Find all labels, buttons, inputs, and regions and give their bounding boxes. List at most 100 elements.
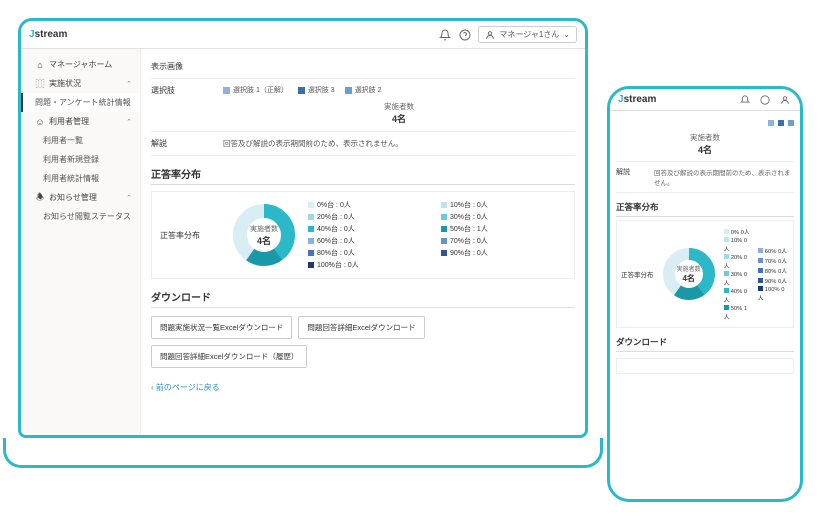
help-icon[interactable] [758,93,772,107]
swatch-icon [768,120,774,126]
phone-legend-left: 0% 0人10% 0人20% 0人30% 0人40% 0人50% 1人 [724,227,752,321]
center-value: 4名 [257,234,271,247]
phone-main: 実施者数 4名 解説 回答及び解説の表示期間前のため、表示されません。 正答率分… [610,111,800,499]
legend-item: 0% 0人 [724,227,752,236]
center-label: 実施者数 [250,224,278,234]
swatch-icon [758,258,763,263]
chevron-up-icon: ⌃ [126,194,132,202]
donut-center: 実施者数 4名 [230,201,298,269]
legend-item: 20% 0人 [724,254,752,270]
legend-item: 80%台 : 0人 [308,248,433,258]
sidebar-item-questionnaire-stats[interactable]: 問題・アンケート統計情報 [21,93,140,112]
count-label: 実施者数 [223,101,575,112]
phone-section-download: ダウンロード [616,336,794,352]
sidebar-item-label: 利用者新規登録 [43,154,99,165]
phone-header: Jstream [610,89,800,111]
legend-label: 10%台 : 0人 [450,200,488,210]
home-icon: ⌂ [35,60,45,70]
legend-label: 70%台 : 0人 [450,236,488,246]
sidebar-item-user-list[interactable]: 利用者一覧 [21,131,140,150]
swatch-icon [778,120,784,126]
sidebar-item-notice-status[interactable]: お知らせ閲覧ステータス [21,207,140,226]
brand-name: stream [624,94,657,105]
legend-label: 40%台 : 0人 [317,224,355,234]
swatch-icon [758,286,763,291]
legend-item: 90% 0人 [758,276,789,285]
swatch-icon [724,229,729,234]
legend-item: 10% 0人 [724,237,752,253]
brand-logo: Jstream [29,29,67,40]
swatch-icon [724,254,729,259]
phone-count: 実施者数 4名 [616,132,794,156]
bell-icon[interactable] [438,28,452,42]
row-body: 選択肢 1（正解） 選択肢 3 選択肢 2 実施者数 4名 [223,85,575,125]
legend-label: 100%台 : 0人 [317,260,359,270]
legend-item: 50%台 : 1人 [441,224,566,234]
sidebar-item-label: マネージャホーム [49,59,112,70]
legend-item: 90%台 : 0人 [441,248,566,258]
donut-chart: 実施者数 4名 [660,245,718,303]
chart-legend: 0%台 : 0人10%台 : 0人20%台 : 0人30%台 : 0人40%台 … [308,200,566,270]
swatch-icon [441,238,447,244]
swatch-icon [298,87,305,94]
swatch-icon [758,278,763,283]
back-link[interactable]: ‹ 前のページに戻る [151,376,575,399]
legend-label: 選択肢 3 [308,85,335,95]
options-count: 実施者数 4名 [223,101,575,125]
download-status-button[interactable]: 問題実施状況一覧Excelダウンロード [151,316,292,339]
sidebar-item-label: 利用者統計情報 [43,173,99,184]
swatch-icon [788,120,794,126]
sidebar-item-user-stats[interactable]: 利用者統計情報 [21,169,140,188]
row-body [223,61,575,72]
phone-chart-row: 正答率分布 実施者数 4名 0% 0人10% 0人20% 0人30% 0人40%… [616,220,794,328]
explanation-text: 回答及び解説の表示期間前のため、表示されません。 [223,138,575,149]
legend-item: 100%台 : 0人 [308,260,433,270]
count-value: 4名 [698,145,712,155]
phone-row-explanation: 解説 回答及び解説の表示期間前のため、表示されません。 [616,162,794,193]
legend-label: 60%台 : 0人 [317,236,355,246]
legend-item: 100% 0人 [758,286,789,302]
legend-item: 50% 1人 [724,305,752,321]
brand-logo: Jstream [618,94,656,105]
row-label: 解説 [151,138,223,149]
download-answers-button[interactable]: 問題回答詳細Excelダウンロード [298,316,424,339]
legend-label: 20%台 : 0人 [317,212,355,222]
sidebar-item-manager-home[interactable]: ⌂ マネージャホーム [21,55,140,74]
user-icon [485,30,495,40]
download-answers-history-button[interactable]: 問題回答詳細Excelダウンロード（履歴） [151,345,307,368]
sidebar-item-user-register[interactable]: 利用者新規登録 [21,150,140,169]
swatch-icon [308,214,314,220]
user-menu[interactable]: マネージャ1さん ⌄ [478,26,577,43]
swatch-icon [308,250,314,256]
user-icon[interactable] [778,93,792,107]
chevron-up-icon: ⌃ [126,80,132,88]
swatch-icon [345,87,352,94]
legend-item: 20%台 : 0人 [308,212,433,222]
chart-icon: ⿲ [35,79,45,89]
swatch-icon [308,202,314,208]
row-label: 選択肢 [151,85,223,125]
sidebar-item-notice-management[interactable]: 🕭 お知らせ管理 ⌃ [21,188,140,207]
chart-row-label: 正答率分布 [160,230,220,241]
sidebar-item-user-management[interactable]: ☺ 利用者管理 ⌃ [21,112,140,131]
legend-label: 50%台 : 1人 [450,224,488,234]
section-title-distribution: 正答率分布 [151,166,575,185]
legend-item: 選択肢 2 [345,85,382,95]
sidebar-item-label: お知らせ閲覧ステータス [43,211,131,222]
bell-icon[interactable] [738,93,752,107]
legend-item: 選択肢 1（正解） [223,85,288,95]
phone-legend-right: 60% 0人70% 0人80% 0人90% 0人100% 0人 [758,246,789,302]
swatch-icon [758,248,763,253]
phone-section-distribution: 正答率分布 [616,201,794,217]
help-icon[interactable] [458,28,472,42]
sidebar-item-label: お知らせ管理 [49,192,97,203]
legend-item: 60%台 : 0人 [308,236,433,246]
count-value: 4名 [392,114,406,124]
legend-item: 70% 0人 [758,256,789,265]
sidebar-item-status[interactable]: ⿲ 実施状況 ⌃ [21,74,140,93]
phone-row-options: 実施者数 4名 [616,115,794,162]
row-display-image: 表示画像 [151,55,575,79]
chart-row-label: 正答率分布 [621,269,654,279]
swatch-icon [308,226,314,232]
phone-options-legend [616,120,794,126]
